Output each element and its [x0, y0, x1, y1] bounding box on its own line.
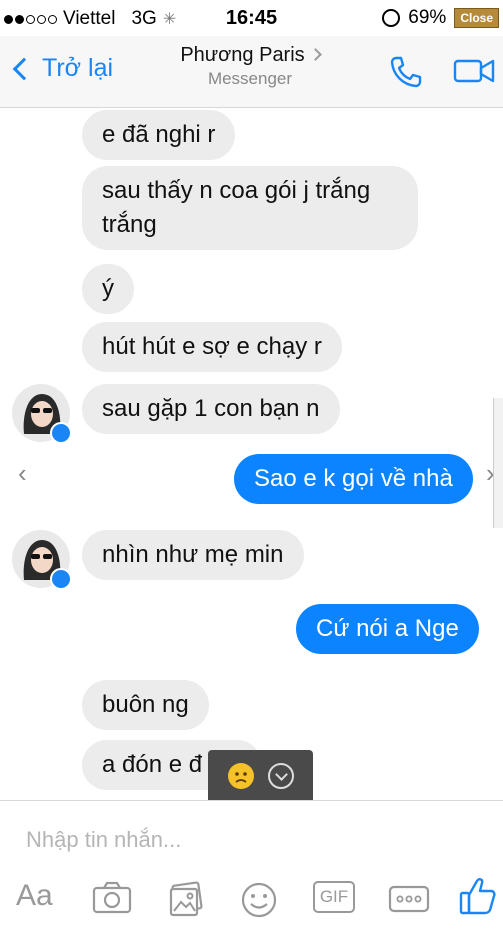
message-incoming[interactable]: ý — [82, 264, 134, 314]
chevron-left-icon — [12, 57, 36, 80]
battery-percent: 69% — [408, 7, 447, 28]
gif-icon[interactable]: GIF — [313, 881, 355, 913]
status-bar: Viettel 3G ✳ 16:45 69% Close — [0, 0, 503, 36]
close-button[interactable]: Close — [454, 8, 499, 28]
more-icon[interactable] — [388, 881, 430, 915]
like-icon[interactable] — [458, 875, 498, 917]
contact-subtitle: Messenger — [207, 69, 293, 88]
side-scroll-strip — [493, 398, 503, 528]
sad-emoji-icon[interactable] — [227, 763, 254, 789]
contact-name: Phương Paris — [180, 44, 305, 66]
message-input[interactable]: Nhập tin nhắn... — [26, 827, 181, 853]
reaction-popup[interactable] — [208, 750, 313, 800]
gallery-icon[interactable] — [168, 881, 204, 917]
phone-call-icon[interactable] — [388, 54, 424, 90]
message-incoming[interactable]: sau thấy n coa gói j trắng trắng — [82, 166, 418, 250]
video-call-icon[interactable] — [453, 54, 497, 88]
chevron-left-icon[interactable]: ‹ — [18, 458, 27, 489]
text-format-button[interactable]: Aa — [16, 879, 53, 913]
contact-avatar[interactable] — [12, 384, 72, 444]
messenger-badge-icon — [50, 422, 72, 444]
chevron-right-icon — [308, 48, 322, 61]
message-incoming[interactable]: nhìn như mẹ min — [82, 530, 304, 580]
message-incoming[interactable]: hút hút e sợ e chạy r — [82, 322, 342, 372]
message-incoming[interactable]: e đã nghi r — [82, 110, 236, 160]
messenger-badge-icon — [50, 568, 72, 590]
contact-title[interactable]: Phương Paris Messenger — [150, 44, 350, 89]
back-button[interactable]: Trở lại — [10, 54, 113, 83]
message-composer: Nhập tin nhắn... Aa GIF — [0, 800, 503, 932]
message-outgoing[interactable]: Sao e k gọi về nhà — [234, 454, 473, 504]
back-label: Trở lại — [42, 54, 114, 82]
camera-icon[interactable] — [92, 881, 132, 915]
message-list[interactable]: e đã nghi r sau thấy n coa gói j trắng t… — [0, 108, 503, 800]
expand-reactions-icon[interactable] — [267, 763, 294, 789]
rotation-lock-icon — [382, 9, 401, 27]
composer-toolbar: Aa GIF — [0, 875, 503, 925]
message-incoming[interactable]: buôn ng — [82, 680, 209, 730]
message-outgoing[interactable]: Cứ nói a Nge — [296, 604, 479, 654]
contact-avatar[interactable] — [12, 530, 72, 590]
emoji-icon[interactable] — [240, 881, 278, 919]
conversation-header: Trở lại Phương Paris Messenger — [0, 36, 503, 108]
message-incoming[interactable]: sau gặp 1 con bạn n — [82, 384, 340, 434]
